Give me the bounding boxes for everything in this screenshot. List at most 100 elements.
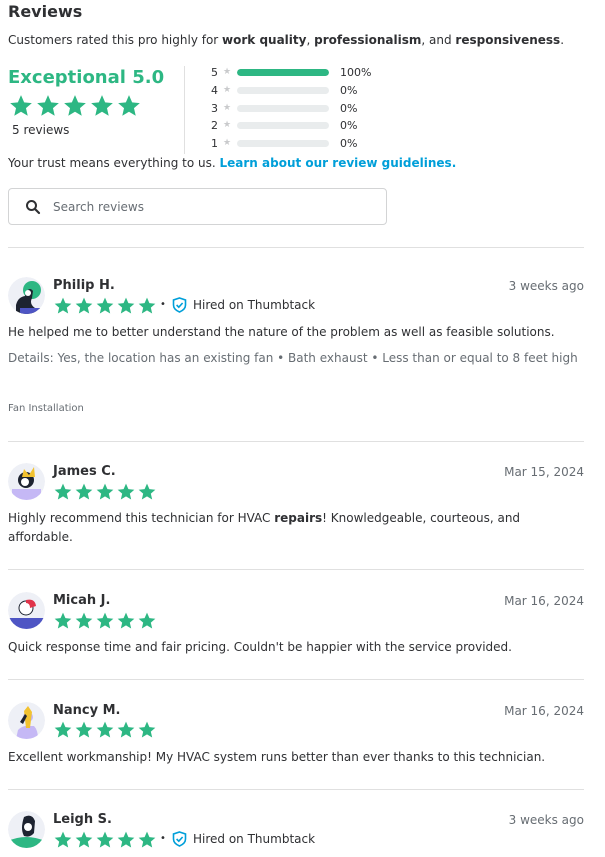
shield-check-icon xyxy=(172,831,187,847)
rating-percent: 100% xyxy=(340,65,372,79)
star-icon xyxy=(64,95,86,116)
rating-summary-label: Exceptional 5.0 xyxy=(8,67,165,88)
review-text: Excellent workmanship! My HVAC system ru… xyxy=(8,750,546,764)
review-date: Mar 16, 2024 xyxy=(504,704,584,718)
small-star-icon: ★ xyxy=(222,67,232,77)
reviewer-name: James C. xyxy=(53,464,116,479)
reviews-subtitle: Customers rated this pro highly for work… xyxy=(8,33,565,47)
avatar xyxy=(8,277,45,314)
review-count: 5 reviews xyxy=(12,123,70,137)
review-stars xyxy=(53,296,157,316)
star-icon xyxy=(54,297,72,314)
star-icon xyxy=(138,612,156,629)
star-icon xyxy=(10,95,32,116)
avatar xyxy=(8,811,45,848)
shield-check-icon xyxy=(172,297,187,313)
separator-dot: • xyxy=(160,299,166,310)
small-star-icon: ★ xyxy=(222,85,232,95)
rating-bar xyxy=(237,86,329,94)
star-icon xyxy=(138,721,156,738)
review-stars xyxy=(53,720,157,740)
rating-row-label: 3 xyxy=(211,101,218,115)
search-box[interactable] xyxy=(8,188,387,225)
star-icon xyxy=(138,831,156,848)
rating-row-5: 5 ★ 100% xyxy=(211,65,371,79)
search-icon xyxy=(26,199,41,214)
star-icon xyxy=(91,95,113,116)
star-icon xyxy=(96,297,114,314)
star-icon xyxy=(75,721,93,738)
star-icon xyxy=(75,483,93,500)
star-icon xyxy=(75,297,93,314)
reviewer-name: Micah J. xyxy=(53,593,111,608)
star-icon xyxy=(96,483,114,500)
star-icon xyxy=(117,831,135,848)
summary-divider xyxy=(184,66,185,154)
rating-row-label: 5 xyxy=(211,65,218,79)
small-star-icon: ★ xyxy=(222,103,232,113)
search-input[interactable] xyxy=(53,199,353,214)
rating-bar xyxy=(237,139,329,147)
rating-row-label: 4 xyxy=(211,83,218,97)
review-stars xyxy=(53,830,157,850)
divider xyxy=(8,789,584,790)
rating-bar xyxy=(237,104,329,112)
star-icon xyxy=(117,297,135,314)
star-icon xyxy=(96,612,114,629)
divider xyxy=(8,679,584,680)
avatar xyxy=(8,592,45,629)
rating-row-1: 1 ★ 0% xyxy=(211,136,357,150)
rating-row-2: 2 ★ 0% xyxy=(211,118,357,132)
star-icon xyxy=(96,831,114,848)
review-text: Highly recommend this technician for HVA… xyxy=(8,511,521,544)
divider xyxy=(8,569,584,570)
star-icon xyxy=(138,297,156,314)
rating-row-4: 4 ★ 0% xyxy=(211,83,357,97)
star-icon xyxy=(37,95,59,116)
hired-badge: Hired on Thumbtack xyxy=(172,297,315,313)
quality-responsiveness: responsiveness xyxy=(455,33,561,47)
rating-bar xyxy=(237,121,329,129)
highlighted-keyword: repairs xyxy=(274,511,323,525)
divider xyxy=(8,247,584,248)
quality-work: work quality xyxy=(222,33,307,47)
review-guidelines-link[interactable]: Learn about our review guidelines. xyxy=(219,156,456,170)
star-icon xyxy=(117,483,135,500)
star-icon xyxy=(117,721,135,738)
rating-row-label: 1 xyxy=(211,136,218,150)
review-date: Mar 16, 2024 xyxy=(504,594,584,608)
star-icon xyxy=(75,831,93,848)
review-date: 3 weeks ago xyxy=(508,279,584,293)
separator-dot: • xyxy=(160,833,166,844)
avatar xyxy=(8,463,45,500)
star-icon xyxy=(54,831,72,848)
divider xyxy=(8,441,584,442)
rating-percent: 0% xyxy=(340,101,358,115)
rating-row-label: 2 xyxy=(211,118,218,132)
star-icon xyxy=(96,721,114,738)
reviewer-name: Leigh S. xyxy=(53,812,112,827)
rating-percent: 0% xyxy=(340,136,358,150)
trust-message: Your trust means everything to us. Learn… xyxy=(8,156,457,170)
review-stars xyxy=(53,482,157,502)
rating-percent: 0% xyxy=(340,83,358,97)
star-icon xyxy=(54,612,72,629)
avatar xyxy=(8,702,45,739)
reviews-title: Reviews xyxy=(8,2,83,21)
review-date: 3 weeks ago xyxy=(508,813,584,827)
rating-row-3: 3 ★ 0% xyxy=(211,101,357,115)
review-date: Mar 15, 2024 xyxy=(504,465,584,479)
small-star-icon: ★ xyxy=(222,138,232,148)
hired-badge: Hired on Thumbtack xyxy=(172,831,315,847)
star-icon xyxy=(118,95,140,116)
star-icon xyxy=(117,612,135,629)
review-text: He helped me to better understand the na… xyxy=(8,325,555,339)
reviewer-name: Philip H. xyxy=(53,278,115,293)
rating-percent: 0% xyxy=(340,118,358,132)
review-text: Quick response time and fair pricing. Co… xyxy=(8,640,512,654)
service-category: Fan Installation xyxy=(8,403,84,414)
review-details: Details: Yes, the location has an existi… xyxy=(8,351,578,365)
star-icon xyxy=(54,721,72,738)
star-icon xyxy=(138,483,156,500)
small-star-icon: ★ xyxy=(222,120,232,130)
